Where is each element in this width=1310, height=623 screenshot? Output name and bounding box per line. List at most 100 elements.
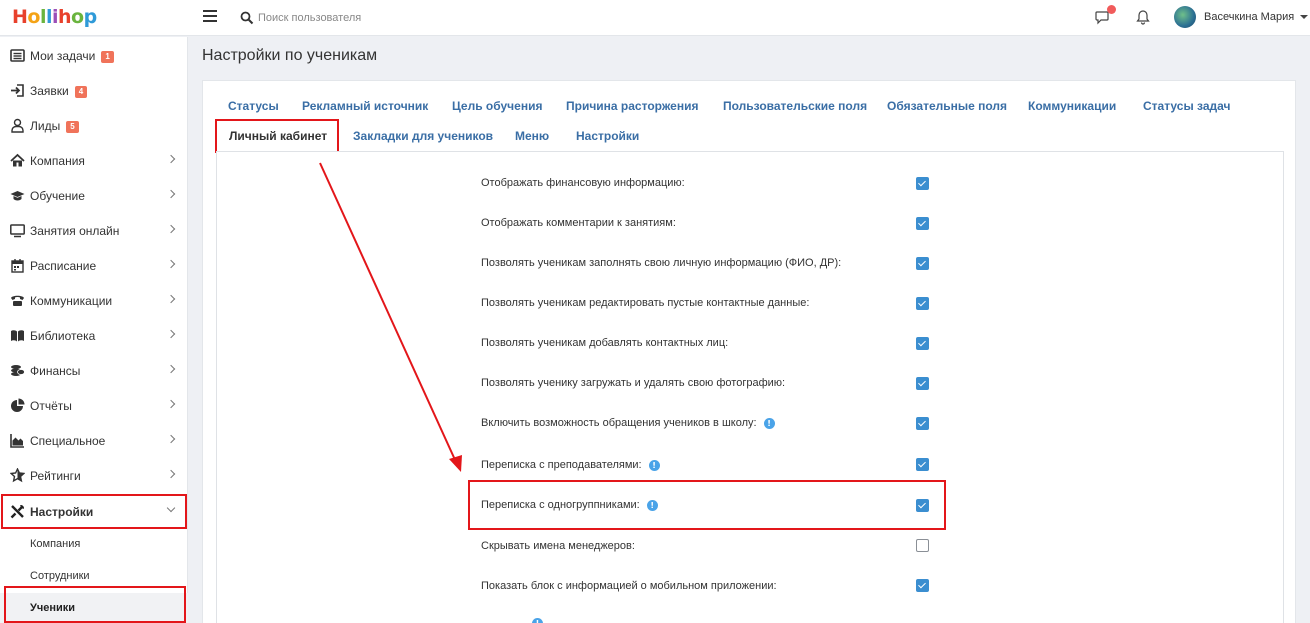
sidebar-item-label: Библиотека bbox=[30, 328, 96, 343]
tab-ad-source[interactable]: Рекламный источник bbox=[302, 99, 428, 113]
sidebar-item-label: Расписание bbox=[30, 258, 97, 273]
tab-custom-fields[interactable]: Пользовательские поля bbox=[723, 99, 867, 113]
search-icon bbox=[240, 11, 254, 25]
sidebar-item-label: Занятия онлайн bbox=[30, 223, 120, 238]
tab-statuses[interactable]: Статусы bbox=[228, 99, 279, 113]
sidebar-item-label: Компания bbox=[30, 153, 85, 168]
home-icon bbox=[10, 153, 25, 167]
sidebar-item-online-lessons[interactable]: Занятия онлайн bbox=[0, 213, 188, 248]
sidebar-item-communications[interactable]: Коммуникации bbox=[0, 283, 188, 318]
caret-down-icon bbox=[1300, 15, 1309, 19]
show-mobile-app-block-checkbox[interactable] bbox=[916, 579, 929, 592]
sidebar-item-reports[interactable]: Отчёты bbox=[0, 388, 188, 423]
sidebar-subitem-label: Компания bbox=[30, 538, 81, 550]
list-icon bbox=[10, 49, 25, 62]
chevron-right-icon bbox=[166, 154, 176, 164]
setting-label: Переписка с преподавателями:! bbox=[481, 459, 660, 471]
tab-menu[interactable]: Меню bbox=[515, 129, 549, 143]
avatar bbox=[1174, 6, 1196, 28]
sidebar-item-library[interactable]: Библиотека bbox=[0, 318, 188, 353]
user-menu[interactable]: Васечкина Мария bbox=[1174, 6, 1309, 28]
setting-label: Позволять ученикам добавлять контактных … bbox=[481, 337, 729, 349]
setting-label: Скрывать имена менеджеров: bbox=[481, 540, 635, 552]
tab-settings[interactable]: Настройки bbox=[576, 129, 639, 143]
user-name: Васечкина Мария bbox=[1204, 11, 1295, 23]
tasks-count-badge: 1 bbox=[101, 50, 114, 63]
show-lesson-comments-checkbox[interactable] bbox=[916, 217, 929, 230]
menu-toggle-icon[interactable] bbox=[203, 10, 217, 22]
pie-chart-icon bbox=[11, 398, 25, 412]
sidebar-item-education[interactable]: Обучение bbox=[0, 178, 188, 213]
chevron-right-icon bbox=[166, 434, 176, 444]
sidebar-subitem-label: Сотрудники bbox=[30, 570, 90, 582]
tab-student-bookmarks[interactable]: Закладки для учеников bbox=[353, 129, 493, 143]
chevron-right-icon bbox=[166, 189, 176, 199]
user-icon bbox=[11, 118, 24, 133]
hollihop-logo[interactable]: Hollihop bbox=[12, 6, 97, 28]
sidebar-item-label: Мои задачи bbox=[30, 48, 96, 63]
sidebar-item-finance[interactable]: Финансы bbox=[0, 353, 188, 388]
chevron-right-icon bbox=[166, 259, 176, 269]
sidebar-item-label: Заявки bbox=[30, 83, 69, 98]
chevron-right-icon bbox=[166, 224, 176, 234]
area-chart-icon bbox=[10, 434, 24, 448]
students-menu-highlight bbox=[4, 586, 186, 623]
tab-task-statuses[interactable]: Статусы задач bbox=[1143, 99, 1230, 113]
notification-dot bbox=[1107, 5, 1116, 14]
sidebar-item-company[interactable]: Компания bbox=[0, 143, 188, 178]
tab-communications[interactable]: Коммуникации bbox=[1028, 99, 1116, 113]
chevron-right-icon bbox=[166, 469, 176, 479]
search-input[interactable] bbox=[258, 9, 508, 27]
bell-icon[interactable] bbox=[1136, 9, 1150, 25]
sidebar-item-leads[interactable]: Лиды 5 bbox=[0, 108, 188, 143]
book-icon bbox=[11, 330, 24, 342]
chevron-right-icon bbox=[166, 399, 176, 409]
chevron-right-icon bbox=[166, 329, 176, 339]
monitor-icon bbox=[10, 224, 25, 238]
chat-with-teachers-checkbox[interactable] bbox=[916, 458, 929, 471]
allow-add-contact-persons-checkbox[interactable] bbox=[916, 337, 929, 350]
sidebar-item-label: Обучение bbox=[30, 188, 85, 203]
top-bar: Hollihop Васечкина Мария bbox=[0, 0, 1310, 36]
tab-learning-goal[interactable]: Цель обучения bbox=[452, 99, 542, 113]
sidebar-item-label: Финансы bbox=[30, 363, 81, 378]
setting-label: Позволять ученику загружать и удалять св… bbox=[481, 377, 786, 389]
sidebar-item-label: Лиды bbox=[30, 118, 61, 133]
sidebar-item-tasks[interactable]: Мои задачи 1 bbox=[0, 38, 188, 73]
leads-count-badge: 5 bbox=[66, 120, 79, 133]
allow-fill-personal-info-checkbox[interactable] bbox=[916, 257, 929, 270]
setting-label: Позволять ученикам редактировать пустые … bbox=[481, 297, 810, 309]
settings-menu-highlight bbox=[1, 494, 187, 529]
chevron-right-icon bbox=[166, 294, 176, 304]
sidebar: Мои задачи 1 Заявки 4 Лиды 5 Компания Обуче… bbox=[0, 37, 188, 623]
sidebar-item-label: Коммуникации bbox=[30, 293, 113, 308]
coins-icon bbox=[11, 365, 25, 376]
sidebar-item-label: Отчёты bbox=[30, 398, 72, 413]
sidebar-item-ratings[interactable]: Рейтинги bbox=[0, 458, 188, 493]
sidebar-item-requests[interactable]: Заявки 4 bbox=[0, 73, 188, 108]
calendar-icon bbox=[11, 259, 24, 273]
info-icon[interactable]: ! bbox=[763, 417, 775, 429]
sidebar-item-special[interactable]: Специальное bbox=[0, 423, 188, 458]
enable-school-requests-checkbox[interactable] bbox=[916, 417, 929, 430]
graduation-cap-icon bbox=[10, 191, 25, 201]
allow-photo-upload-checkbox[interactable] bbox=[916, 377, 929, 390]
setting-label: Отображать комментарии к занятиям: bbox=[481, 217, 676, 229]
sidebar-item-label: Рейтинги bbox=[30, 468, 81, 483]
sidebar-item-label: Специальное bbox=[30, 433, 106, 448]
setting-label: Включить возможность обращения учеников … bbox=[481, 417, 775, 429]
tab-required-fields[interactable]: Обязательные поля bbox=[887, 99, 1007, 113]
info-icon[interactable]: ! bbox=[532, 618, 543, 623]
classmates-setting-highlight bbox=[468, 480, 946, 530]
page-title: Настройки по ученикам bbox=[202, 47, 378, 64]
setting-label: Показать блок с информацией о мобильном … bbox=[481, 580, 777, 592]
sign-in-icon bbox=[11, 84, 24, 97]
hide-manager-names-checkbox[interactable] bbox=[916, 539, 929, 552]
allow-edit-contacts-checkbox[interactable] bbox=[916, 297, 929, 310]
show-finance-checkbox[interactable] bbox=[916, 177, 929, 190]
info-icon[interactable]: ! bbox=[648, 459, 660, 471]
tab-termination-reason[interactable]: Причина расторжения bbox=[566, 99, 698, 113]
sidebar-subitem-company[interactable]: Компания bbox=[0, 529, 188, 561]
tab-personal-account[interactable]: Личный кабинет bbox=[229, 129, 327, 143]
sidebar-item-schedule[interactable]: Расписание bbox=[0, 248, 188, 283]
